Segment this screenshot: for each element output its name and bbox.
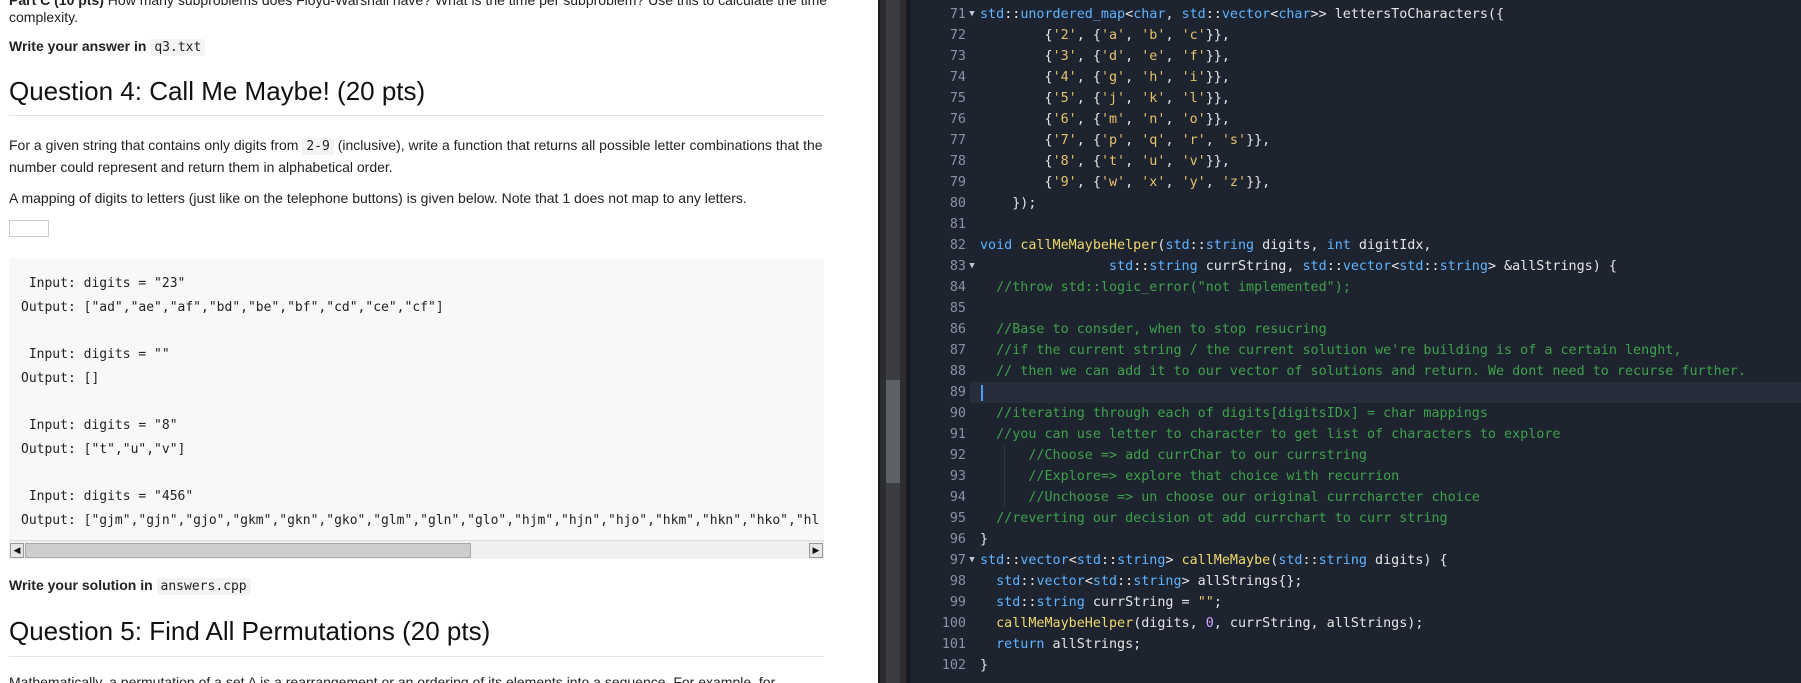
line-number: 84 xyxy=(949,280,966,295)
code-line[interactable]: } xyxy=(980,655,988,676)
answers-filename: answers.cpp xyxy=(156,578,251,595)
scroll-left-arrow-icon[interactable]: ◀ xyxy=(10,543,24,558)
line-number: 71 xyxy=(949,7,966,22)
line-number: 96 xyxy=(949,532,966,547)
write-solution-label: Write your solution in xyxy=(9,577,153,593)
part-c-question: How many subproblems does Floyd-Warshall… xyxy=(9,0,828,25)
code-line[interactable]: {'2', {'a', 'b', 'c'}}, xyxy=(980,25,1229,46)
code-line[interactable]: //Choose => add currChar to our currstri… xyxy=(980,445,1367,466)
line-number: 75 xyxy=(949,91,966,106)
code-line[interactable]: // then we can add it to our vector of s… xyxy=(980,361,1746,382)
document-vertical-scrollbar[interactable] xyxy=(878,0,908,683)
fold-toggle-icon[interactable]: ▼ xyxy=(966,256,978,277)
scrollbar-thumb[interactable] xyxy=(25,543,471,558)
text-caret xyxy=(981,385,983,401)
line-number: 80 xyxy=(949,196,966,211)
question-4-heading: Question 4: Call Me Maybe! (20 pts) xyxy=(9,76,426,106)
line-number: 98 xyxy=(949,574,966,589)
code-line[interactable]: void callMeMaybeHelper(std::string digit… xyxy=(980,235,1432,256)
line-number: 89 xyxy=(949,385,966,400)
current-line-highlight xyxy=(970,382,1801,403)
line-number: 102 xyxy=(941,658,966,673)
line-number: 74 xyxy=(949,70,966,85)
code-line[interactable]: callMeMaybeHelper(digits, 0, currString,… xyxy=(980,613,1423,634)
keypad-image-placeholder xyxy=(9,220,49,237)
q3-filename: q3.txt xyxy=(150,39,206,56)
line-number: 79 xyxy=(949,175,966,190)
fold-toggle-icon[interactable]: ▼ xyxy=(966,4,978,25)
line-number: 86 xyxy=(949,322,966,337)
code-line[interactable]: //Explore=> explore that choice with rec… xyxy=(980,466,1399,487)
line-number: 92 xyxy=(949,448,966,463)
line-number: 77 xyxy=(949,133,966,148)
line-number: 82 xyxy=(949,238,966,253)
line-number: 88 xyxy=(949,364,966,379)
write-solution: Write your solution in answers.cpp xyxy=(9,575,251,597)
line-number: 97 xyxy=(949,553,966,568)
q4-description: For a given string that contains only di… xyxy=(9,137,823,175)
code-line[interactable]: //if the current string / the current so… xyxy=(980,340,1681,361)
line-number: 94 xyxy=(949,490,966,505)
line-number: 87 xyxy=(949,343,966,358)
line-number: 91 xyxy=(949,427,966,442)
line-number: 93 xyxy=(949,469,966,484)
code-line[interactable]: //throw std::logic_error("not implemente… xyxy=(980,277,1351,298)
code-line[interactable]: {'5', {'j', 'k', 'l'}}, xyxy=(980,88,1229,109)
code-line[interactable]: {'4', {'g', 'h', 'i'}}, xyxy=(980,67,1229,88)
code-line[interactable]: std::vector<std::string> callMeMaybe(std… xyxy=(980,550,1448,571)
code-line[interactable]: //reverting our decision ot add currchar… xyxy=(980,508,1447,529)
fold-toggle-icon[interactable]: ▼ xyxy=(966,550,978,571)
digit-range-code: 2-9 xyxy=(302,138,334,155)
heading-divider xyxy=(9,656,824,657)
code-line[interactable]: {'6', {'m', 'n', 'o'}}, xyxy=(980,109,1229,130)
line-number: 73 xyxy=(949,49,966,64)
line-number: 90 xyxy=(949,406,966,421)
line-number: 99 xyxy=(949,595,966,610)
code-line[interactable]: std::string currString, std::vector<std:… xyxy=(980,256,1617,277)
line-number: 78 xyxy=(949,154,966,169)
code-line[interactable]: {'3', {'d', 'e', 'f'}}, xyxy=(980,46,1229,67)
code-line[interactable]: //Base to consder, when to stop resucrin… xyxy=(980,319,1327,340)
scrollbar-thumb[interactable] xyxy=(886,380,900,483)
code-line[interactable]: //iterating through each of digits[digit… xyxy=(980,403,1488,424)
examples-code-block: Input: digits = "23" Output: ["ad","ae",… xyxy=(9,258,824,540)
scroll-right-arrow-icon[interactable]: ▶ xyxy=(809,543,823,558)
line-number: 95 xyxy=(949,511,966,526)
code-line[interactable]: } xyxy=(980,529,988,550)
write-answer-label: Write your answer in xyxy=(9,38,147,54)
line-number: 100 xyxy=(941,616,966,631)
code-line[interactable]: std::vector<std::string> allStrings{}; xyxy=(980,571,1302,592)
q4-mapping-note: A mapping of digits to letters (just lik… xyxy=(9,190,747,206)
part-c-label: Part C (10 pts) xyxy=(9,0,104,8)
code-line[interactable]: return allStrings; xyxy=(980,634,1141,655)
heading-divider xyxy=(9,115,824,116)
code-line[interactable]: std::string currString = ""; xyxy=(980,592,1222,613)
line-number: 72 xyxy=(949,28,966,43)
write-answer-q3: Write your answer in q3.txt xyxy=(9,36,206,58)
part-c-text: Part C (10 pts) How many subproblems doe… xyxy=(9,0,859,26)
code-line[interactable]: {'7', {'p', 'q', 'r', 's'}}, xyxy=(980,130,1270,151)
line-number: 83 xyxy=(949,259,966,274)
code-line[interactable]: }); xyxy=(980,193,1036,214)
line-number: 76 xyxy=(949,112,966,127)
code-line[interactable]: //Unchoose => un choose our original cur… xyxy=(980,487,1479,508)
code-line[interactable]: //you can use letter to character to get… xyxy=(980,424,1560,445)
code-line[interactable]: std::unordered_map<char, std::vector<cha… xyxy=(980,4,1504,25)
code-line[interactable]: {'8', {'t', 'u', 'v'}}, xyxy=(980,151,1229,172)
code-line[interactable]: {'9', {'w', 'x', 'y', 'z'}}, xyxy=(980,172,1270,193)
line-number: 101 xyxy=(941,637,966,652)
line-number: 81 xyxy=(949,217,966,232)
question-5-heading: Question 5: Find All Permutations (20 pt… xyxy=(9,616,491,646)
line-number: 85 xyxy=(949,301,966,316)
code-editor[interactable]: 71 ▼ std::unordered_map<char, std::vector<… xyxy=(908,0,1801,683)
code-block-scrollbar[interactable]: ◀ ▶ xyxy=(9,540,824,559)
scrollbar-track[interactable] xyxy=(886,0,900,683)
examples-text: Input: digits = "23" Output: ["ad","ae",… xyxy=(21,276,820,529)
q5-description-cut: Mathematically, a permutation of a set A… xyxy=(9,674,776,683)
assignment-document: Part C (10 pts) How many subproblems doe… xyxy=(0,0,878,683)
